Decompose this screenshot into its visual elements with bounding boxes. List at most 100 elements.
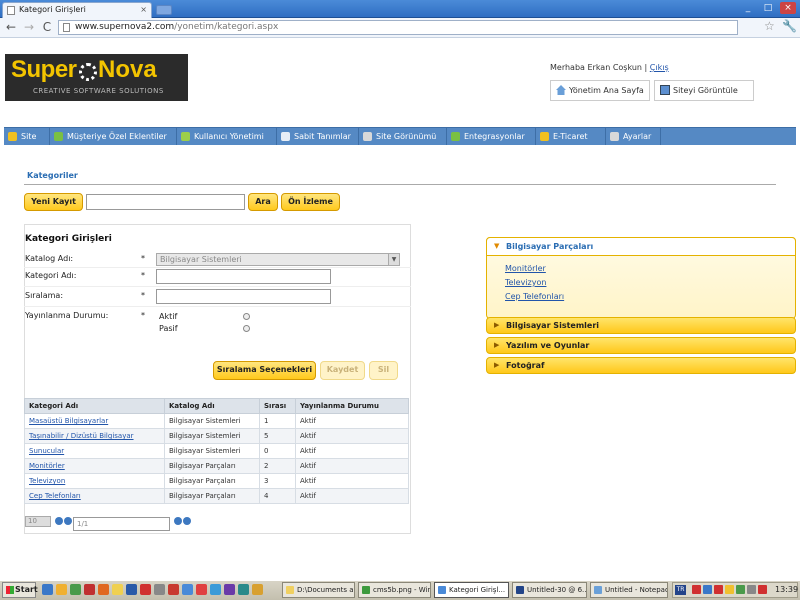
menu-item-7[interactable]: Ayarlar (606, 128, 661, 145)
menu-item-3[interactable]: Sabit Tanımlar (277, 128, 359, 145)
section-title: Kategoriler (27, 171, 78, 180)
accordion-header-open[interactable]: ▼ Bilgisayar Parçaları (486, 237, 796, 256)
accordion-header[interactable]: ▶ Yazılım ve Oyunlar (486, 337, 796, 354)
quicklaunch-icon[interactable] (168, 584, 179, 595)
tray-icon[interactable] (725, 585, 734, 594)
tray-icon[interactable] (758, 585, 767, 594)
menu-item-1[interactable]: Müşteriye Özel Eklentiler (50, 128, 177, 145)
accordion-link[interactable]: Televizyon (505, 278, 546, 287)
quicklaunch-icon[interactable] (126, 584, 137, 595)
table-row[interactable]: Sunucular Bilgisayar Sistemleri 0 Aktif (24, 443, 409, 459)
taskbar-button[interactable]: Untitled - Notepad (590, 582, 668, 598)
quicklaunch-icon[interactable] (56, 584, 67, 595)
table-cell: 5 (259, 428, 296, 444)
page-input[interactable]: 1/1 (73, 517, 170, 531)
maximize-button[interactable]: □ (760, 2, 776, 14)
column-header[interactable]: Sırası (259, 398, 296, 414)
table-row[interactable]: Taşınabilir / Dizüstü Bilgisayar Bilgisay… (24, 428, 409, 444)
delete-button[interactable]: Sil (369, 361, 398, 380)
category-link[interactable]: Masaüstü Bilgisayarlar (29, 417, 108, 425)
passive-radio[interactable] (243, 325, 250, 332)
accordion-link[interactable]: Cep Telefonları (505, 292, 564, 301)
minimize-button[interactable]: _ (740, 2, 756, 14)
gear-icon (363, 132, 372, 141)
search-button[interactable]: Ara (248, 193, 278, 211)
browser-tab[interactable]: Kategori Girişleri × (2, 2, 152, 18)
admin-home-button[interactable]: Yönetim Ana Sayfa (550, 80, 650, 101)
language-indicator[interactable]: TR (675, 585, 686, 595)
new-record-button[interactable]: Yeni Kayıt (24, 193, 83, 211)
quicklaunch-icon[interactable] (154, 584, 165, 595)
accordion-header[interactable]: ▶ Bilgisayar Sistemleri (486, 317, 796, 334)
category-link[interactable]: Sunucular (29, 447, 64, 455)
quicklaunch-icon[interactable] (70, 584, 81, 595)
preview-button[interactable]: Ön İzleme (281, 193, 340, 211)
reload-icon[interactable]: C (40, 20, 54, 34)
menu-item-4[interactable]: Site Görünümü (359, 128, 447, 145)
menu-item-6[interactable]: E-Ticaret (536, 128, 606, 145)
quicklaunch-icon[interactable] (238, 584, 249, 595)
logout-link[interactable]: Çıkış (650, 63, 669, 72)
close-tab-icon[interactable]: × (140, 3, 147, 17)
tray-icon[interactable] (714, 585, 723, 594)
save-button[interactable]: Kaydet (320, 361, 365, 380)
taskbar-button[interactable]: D:\Documents a... (282, 582, 355, 598)
tray-icon[interactable] (703, 585, 712, 594)
tray-icon[interactable] (747, 585, 756, 594)
tray-icon[interactable] (736, 585, 745, 594)
catalog-select[interactable]: Bilgisayar Sistemleri ▼ (156, 253, 400, 266)
table-row[interactable]: Masaüstü Bilgisayarlar Bilgisayar Sisteml… (24, 413, 409, 429)
quicklaunch-icon[interactable] (224, 584, 235, 595)
active-radio[interactable] (243, 313, 250, 320)
logo[interactable]: Super Nova CREATIVE SOFTWARE SOLUTIONS (5, 54, 188, 101)
order-input[interactable] (156, 289, 331, 304)
close-window-button[interactable]: × (780, 2, 796, 14)
table-row[interactable]: Televizyon Bilgisayar Parçaları 3 Aktif (24, 473, 409, 489)
column-header[interactable]: Yayınlanma Durumu (295, 398, 409, 414)
category-link[interactable]: Monitörler (29, 462, 65, 470)
new-tab-button[interactable] (156, 5, 172, 15)
quicklaunch-icon[interactable] (42, 584, 53, 595)
forward-icon[interactable]: → (22, 20, 36, 34)
first-page-icon[interactable] (55, 517, 63, 525)
wrench-icon[interactable]: 🔧 (782, 19, 797, 33)
menu-item-2[interactable]: Kullanıcı Yönetimi (177, 128, 277, 145)
chevron-down-icon[interactable]: ▼ (388, 254, 399, 265)
last-page-icon[interactable] (183, 517, 191, 525)
page-size-select[interactable]: 10 (25, 516, 51, 527)
category-name-input[interactable] (156, 269, 331, 284)
start-button[interactable]: Start (2, 582, 38, 598)
taskbar-button[interactable]: Untitled-30 @ 6... (512, 582, 587, 598)
taskbar-button[interactable]: cms5b.png - Win... (358, 582, 431, 598)
sort-options-button[interactable]: Sıralama Seçenekleri (213, 361, 316, 380)
menu-item-0[interactable]: Site (4, 128, 50, 145)
category-link[interactable]: Taşınabilir / Dizüstü Bilgisayar (29, 432, 134, 440)
quicklaunch-icon[interactable] (196, 584, 207, 595)
quicklaunch-icon[interactable] (210, 584, 221, 595)
quicklaunch-icon[interactable] (182, 584, 193, 595)
back-icon[interactable]: ← (4, 20, 18, 34)
column-header[interactable]: Katalog Adı (164, 398, 260, 414)
quicklaunch-icon[interactable] (112, 584, 123, 595)
column-header[interactable]: Kategori Adı (24, 398, 165, 414)
accordion-header[interactable]: ▶ Fotoğraf (486, 357, 796, 374)
table-row[interactable]: Cep Telefonları Bilgisayar Parçaları 4 Akti… (24, 488, 409, 504)
next-page-icon[interactable] (174, 517, 182, 525)
address-bar[interactable]: www.supernova2.com/yonetim/kategori.aspx (58, 20, 738, 35)
category-link[interactable]: Cep Telefonları (29, 492, 81, 500)
view-site-button[interactable]: Siteyi Görüntüle (654, 80, 754, 101)
menu-item-5[interactable]: Entegrasyonlar (447, 128, 536, 145)
tray-icon[interactable] (692, 585, 701, 594)
bookmark-star-icon[interactable]: ☆ (764, 19, 775, 33)
accordion-link[interactable]: Monitörler (505, 264, 546, 273)
quicklaunch-icon[interactable] (98, 584, 109, 595)
table-row[interactable]: Monitörler Bilgisayar Parçaları 2 Aktif (24, 458, 409, 474)
category-link[interactable]: Televizyon (29, 477, 65, 485)
search-input[interactable] (86, 194, 245, 210)
quicklaunch-icon[interactable] (84, 584, 95, 595)
quicklaunch-icon[interactable] (140, 584, 151, 595)
quicklaunch-icon[interactable] (252, 584, 263, 595)
prev-page-icon[interactable] (64, 517, 72, 525)
url-host: www.supernova2.com (75, 22, 175, 32)
taskbar-button[interactable]: Kategori Girişl... (434, 582, 509, 598)
